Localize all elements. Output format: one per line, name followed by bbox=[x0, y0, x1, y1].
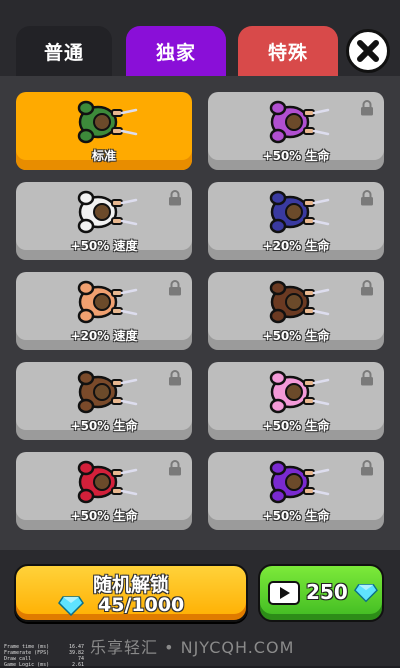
lock-icon bbox=[169, 370, 181, 386]
lock-icon bbox=[361, 190, 373, 206]
debug-key: Game Logic (ms) bbox=[4, 662, 50, 668]
lock-icon bbox=[361, 370, 373, 386]
random-unlock-label: 随机解锁 bbox=[92, 574, 169, 596]
gem-icon bbox=[58, 596, 84, 616]
skin-card[interactable]: +20% 生命 bbox=[208, 182, 384, 260]
watermark: 乐享轻汇 • NJYCQH.COM bbox=[90, 638, 295, 657]
watch-video-button[interactable]: 250 bbox=[258, 564, 384, 622]
skin-card[interactable]: +20% 速度 bbox=[16, 272, 192, 350]
lock-icon bbox=[169, 460, 181, 476]
skin-label: +50% 生命 bbox=[262, 509, 330, 523]
lock-icon bbox=[361, 280, 373, 296]
character-icon bbox=[269, 190, 330, 234]
top-bar: 普通 独家 特殊 bbox=[0, 0, 400, 78]
gem-icon bbox=[354, 584, 378, 603]
lock-icon bbox=[361, 100, 373, 116]
skin-card[interactable]: +50% 生命 bbox=[16, 362, 192, 440]
character-icon bbox=[269, 460, 330, 504]
video-gem-amount: 250 bbox=[306, 580, 348, 604]
tab-special[interactable]: 特殊 bbox=[238, 26, 338, 76]
skin-card[interactable]: +50% 生命 bbox=[208, 362, 384, 440]
skin-label: +50% 生命 bbox=[70, 509, 138, 523]
close-button[interactable] bbox=[346, 29, 390, 73]
character-icon bbox=[269, 370, 330, 414]
video-play-icon bbox=[268, 581, 300, 605]
lock-icon bbox=[169, 280, 181, 296]
close-icon bbox=[357, 40, 379, 62]
skin-card[interactable]: +50% 生命 bbox=[208, 452, 384, 530]
skin-label: +50% 生命 bbox=[70, 419, 138, 433]
character-icon bbox=[77, 370, 138, 414]
character-icon bbox=[269, 100, 330, 144]
skin-label: +20% 速度 bbox=[70, 329, 138, 343]
debug-row: Game Logic (ms) 2.61 bbox=[4, 662, 84, 668]
debug-overlay: Frame time (ms) 16.47 Framerate (FPS) 39.82… bbox=[4, 644, 84, 668]
skin-card[interactable]: +50% 生命 bbox=[16, 452, 192, 530]
random-unlock-cost: 45/1000 bbox=[98, 594, 185, 616]
skin-label: 标准 bbox=[91, 149, 116, 163]
skin-label: +50% 速度 bbox=[70, 239, 138, 253]
lock-icon bbox=[169, 190, 181, 206]
skin-card[interactable]: +50% 生命 bbox=[208, 272, 384, 350]
tab-exclusive[interactable]: 独家 bbox=[126, 26, 226, 76]
character-icon bbox=[77, 460, 138, 504]
skin-card[interactable]: 标准 bbox=[16, 92, 192, 170]
skin-card[interactable]: +50% 生命 bbox=[208, 92, 384, 170]
skin-label: +50% 生命 bbox=[262, 419, 330, 433]
character-icon bbox=[77, 100, 138, 144]
tab-normal[interactable]: 普通 bbox=[16, 26, 112, 76]
character-icon bbox=[269, 280, 330, 324]
lock-icon bbox=[361, 460, 373, 476]
skin-card[interactable]: +50% 速度 bbox=[16, 182, 192, 260]
skin-label: +20% 生命 bbox=[262, 239, 330, 253]
random-unlock-button[interactable]: 随机解锁 45/1000 bbox=[14, 564, 248, 622]
debug-value: 2.61 bbox=[71, 662, 84, 668]
skin-label: +50% 生命 bbox=[262, 329, 330, 343]
character-icon bbox=[77, 190, 138, 234]
character-icon bbox=[77, 280, 138, 324]
skin-label: +50% 生命 bbox=[262, 149, 330, 163]
